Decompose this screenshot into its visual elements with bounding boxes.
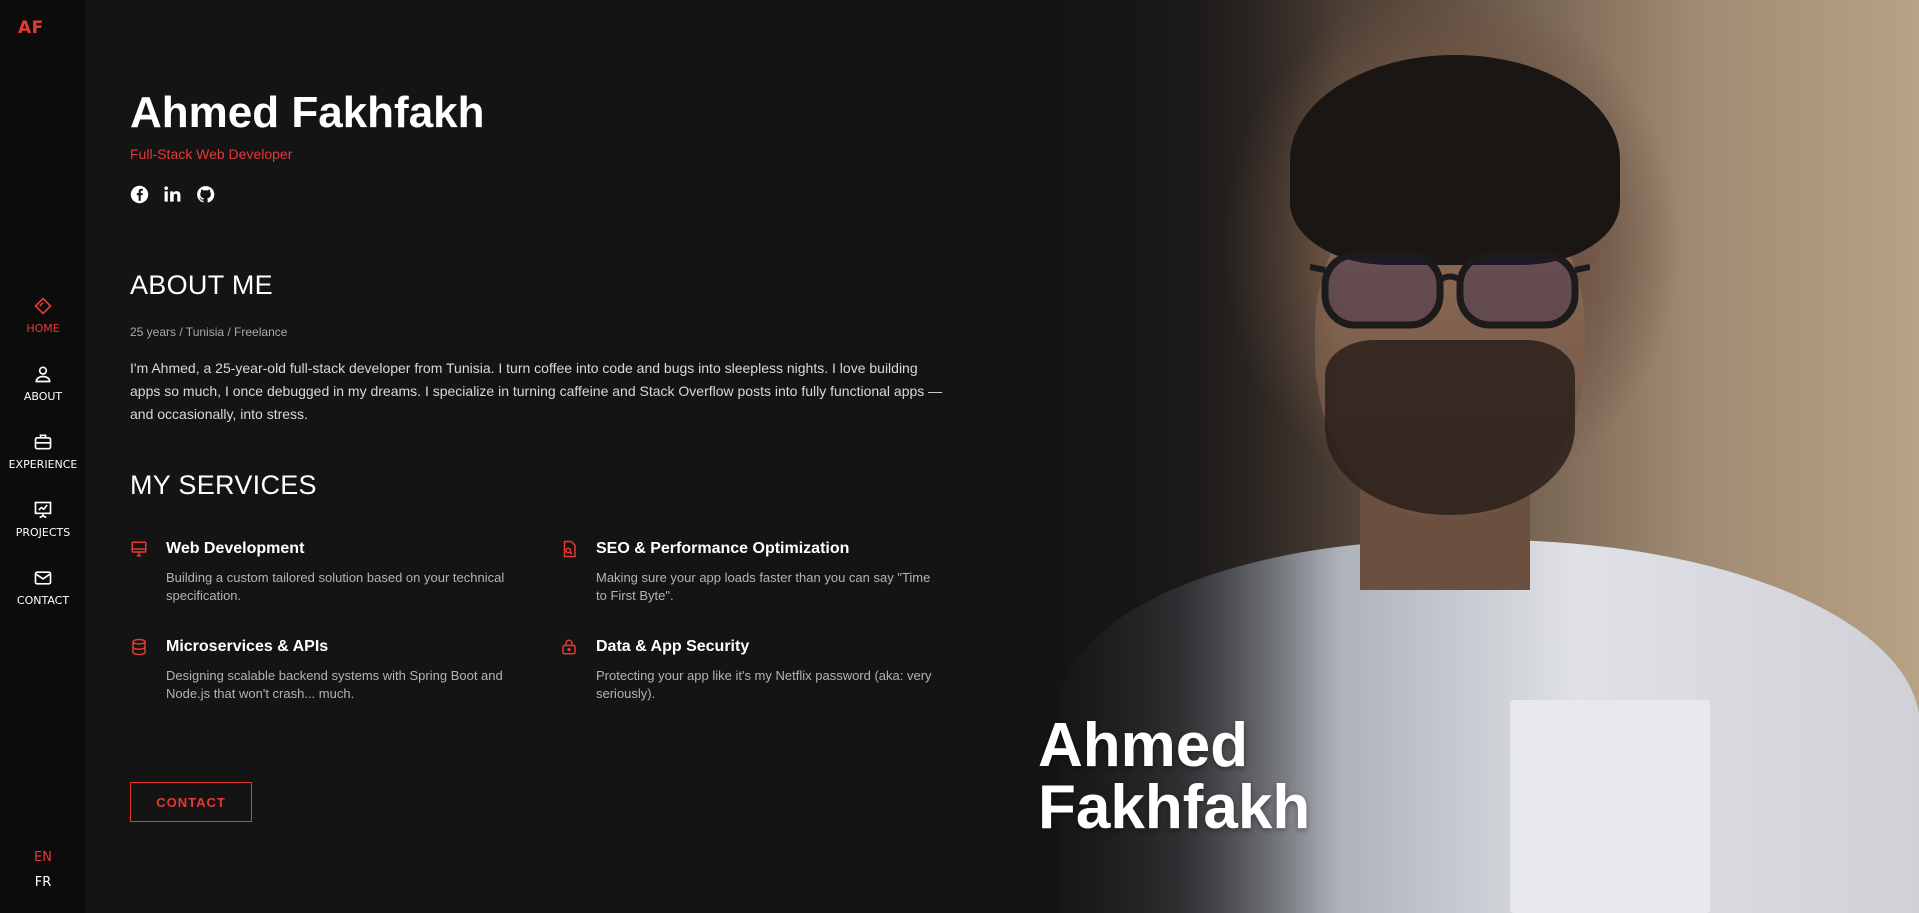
briefcase-icon xyxy=(34,434,52,450)
sidebar: AF HOME ABOUT EXPERIENCE PROJECTS CONTAC… xyxy=(0,0,86,913)
photo-beard xyxy=(1325,340,1575,515)
service-description: Designing scalable backend systems with … xyxy=(166,668,503,701)
sidebar-nav: HOME ABOUT EXPERIENCE PROJECTS CONTACT xyxy=(0,296,86,636)
github-icon xyxy=(197,186,215,203)
sidebar-item-contact[interactable]: CONTACT xyxy=(0,568,86,636)
page-title: Ahmed Fakhfakh xyxy=(130,88,485,137)
language-en[interactable]: EN xyxy=(0,850,86,865)
contact-button[interactable]: CONTACT xyxy=(130,782,252,822)
photo-caption-last: Fakhfakh xyxy=(1038,773,1311,842)
service-title: SEO & Performance Optimization xyxy=(596,540,850,557)
sidebar-item-label: PROJECTS xyxy=(15,526,71,539)
about-title: ABOUT ME xyxy=(130,270,273,300)
linkedin-icon xyxy=(164,186,181,202)
linkedin-link[interactable] xyxy=(163,185,182,204)
facebook-icon xyxy=(130,185,149,204)
lock-icon xyxy=(562,639,576,655)
about-text: I'm Ahmed, a 25-year-old full-stack deve… xyxy=(130,360,943,422)
photo-glasses xyxy=(1310,251,1590,329)
seo-search-icon xyxy=(563,540,576,558)
monitor-icon xyxy=(131,541,147,557)
service-description: Protecting your app like it's my Netflix… xyxy=(596,668,932,701)
service-title: Web Development xyxy=(166,540,305,557)
database-icon xyxy=(132,638,146,656)
service-description: Making sure your app loads faster than y… xyxy=(596,570,931,603)
logo[interactable]: AF xyxy=(18,18,44,38)
services-title: MY SERVICES xyxy=(130,470,317,500)
sidebar-item-label: EXPERIENCE xyxy=(8,458,78,471)
presentation-chart-icon xyxy=(34,501,52,519)
photo-caption-first: Ahmed xyxy=(1038,711,1249,780)
about-meta: 25 years / Tunisia / Freelance xyxy=(130,325,288,339)
sidebar-item-label: CONTACT xyxy=(16,594,70,607)
sidebar-item-about[interactable]: ABOUT xyxy=(0,364,86,432)
facebook-link[interactable] xyxy=(130,185,149,204)
sidebar-item-experience[interactable]: EXPERIENCE xyxy=(0,432,86,500)
photo-pocket xyxy=(1510,700,1710,913)
sidebar-item-home[interactable]: HOME xyxy=(0,296,86,364)
github-link[interactable] xyxy=(196,185,215,204)
mail-icon xyxy=(34,571,52,585)
role-subtitle: Full-Stack Web Developer xyxy=(130,146,293,162)
home-icon xyxy=(34,297,52,315)
service-title: Data & App Security xyxy=(596,638,750,655)
social-links xyxy=(130,185,215,204)
user-icon xyxy=(35,366,51,383)
sidebar-item-projects[interactable]: PROJECTS xyxy=(0,500,86,568)
sidebar-item-label: HOME xyxy=(26,322,60,335)
service-title: Microservices & APIs xyxy=(166,638,329,655)
service-description: Building a custom tailored solution base… xyxy=(166,570,505,603)
language-fr[interactable]: FR xyxy=(0,875,86,890)
photo-caption: Ahmed Fakhfakh xyxy=(1038,715,1310,839)
sidebar-item-label: ABOUT xyxy=(23,390,63,403)
